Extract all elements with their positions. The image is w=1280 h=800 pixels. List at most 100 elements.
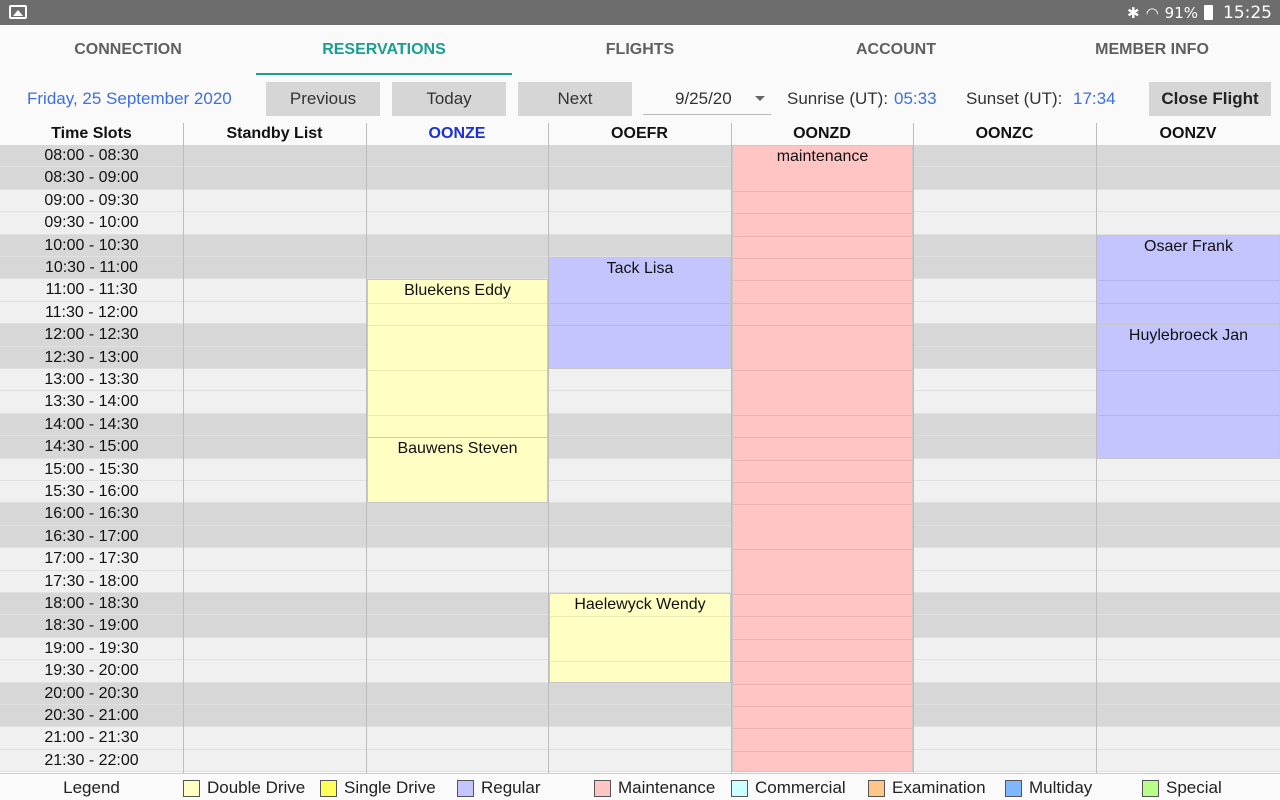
main-tabs: CONNECTION RESERVATIONS FLIGHTS ACCOUNT … bbox=[0, 25, 1280, 75]
legend-swatch bbox=[594, 779, 611, 797]
slot-divider bbox=[733, 414, 912, 416]
previous-button[interactable]: Previous bbox=[266, 82, 380, 116]
legend-swatch bbox=[1142, 779, 1159, 797]
time-slot-label: 15:30 - 16:00 bbox=[44, 483, 139, 500]
reservation-block[interactable]: maintenance bbox=[732, 145, 913, 773]
legend-item: Special bbox=[1142, 778, 1222, 798]
time-slot-label: 16:00 - 16:30 bbox=[44, 505, 139, 523]
column-header-standby-list: Standby List bbox=[183, 123, 366, 145]
time-slot-label: 10:30 - 11:00 bbox=[44, 259, 139, 276]
time-slot-row[interactable]: 17:30 - 18:00 bbox=[0, 570, 1280, 593]
time-slot-row[interactable]: 20:30 - 21:00 bbox=[0, 705, 1280, 728]
slot-divider bbox=[733, 190, 912, 192]
time-slot-row[interactable]: 10:00 - 10:30 bbox=[0, 234, 1280, 257]
tab-reservations[interactable]: RESERVATIONS bbox=[256, 25, 512, 75]
time-slot-label: 19:30 - 20:00 bbox=[44, 662, 139, 680]
slot-divider bbox=[733, 325, 912, 327]
reservation-block[interactable]: Osaer Frank bbox=[1097, 234, 1280, 325]
reservation-name: Bluekens Eddy bbox=[404, 282, 511, 300]
slot-divider bbox=[1098, 369, 1279, 371]
sunrise-value: 05:33 bbox=[894, 89, 937, 108]
time-slot-label: 21:30 - 22:00 bbox=[44, 751, 139, 769]
reservation-name[interactable]: Bauwens Steven bbox=[368, 437, 547, 460]
time-slot-label: 19:00 - 19:30 bbox=[44, 639, 139, 657]
slot-divider bbox=[733, 235, 912, 237]
legend-item: Commercial bbox=[731, 778, 846, 798]
legend-swatch bbox=[457, 779, 474, 797]
time-slot-row[interactable]: 15:00 - 15:30 bbox=[0, 458, 1280, 481]
time-slot-row[interactable]: 15:30 - 16:00 bbox=[0, 481, 1280, 504]
time-slot-row[interactable]: 13:00 - 13:30 bbox=[0, 369, 1280, 392]
column-header-ooefr[interactable]: OOEFR bbox=[548, 123, 731, 145]
time-slot-row[interactable]: 21:00 - 21:30 bbox=[0, 727, 1280, 750]
reservations-toolbar: Friday, 25 September 2020 Previous Today… bbox=[0, 75, 1280, 123]
time-slot-row[interactable]: 08:00 - 08:30 bbox=[0, 145, 1280, 168]
next-button[interactable]: Next bbox=[518, 82, 632, 116]
time-slot-label: 09:00 - 09:30 bbox=[44, 191, 139, 209]
time-slot-row[interactable]: 16:30 - 17:00 bbox=[0, 525, 1280, 549]
date-picker-value: 9/25/20 bbox=[675, 88, 732, 108]
time-slot-row[interactable]: 14:30 - 15:00 bbox=[0, 436, 1280, 459]
date-picker[interactable]: 9/25/20 bbox=[643, 83, 771, 115]
legend-swatch bbox=[868, 779, 885, 797]
time-slot-row[interactable]: 14:00 - 14:30 bbox=[0, 413, 1280, 437]
time-slot-label: 21:00 - 21:30 bbox=[44, 729, 139, 747]
time-slot-label: 17:00 - 17:30 bbox=[44, 550, 139, 568]
slot-divider bbox=[733, 258, 912, 259]
column-header-oonzd[interactable]: OONZD bbox=[731, 123, 913, 145]
slot-divider bbox=[733, 302, 912, 304]
reservation-name: Haelewyck Wendy bbox=[574, 596, 706, 613]
column-header-time-slots: Time Slots bbox=[0, 123, 183, 145]
slot-divider bbox=[1098, 414, 1279, 416]
tab-account[interactable]: ACCOUNT bbox=[768, 25, 1024, 75]
chevron-down-icon bbox=[755, 96, 765, 101]
reservation-name: Osaer Frank bbox=[1144, 237, 1233, 255]
legend-item: Double Drive bbox=[183, 778, 305, 798]
time-slot-label: 14:30 - 15:00 bbox=[44, 438, 139, 456]
legend-item: Examination bbox=[868, 778, 986, 798]
time-slot-row[interactable]: 16:00 - 16:30 bbox=[0, 503, 1280, 526]
time-slot-row[interactable]: 13:30 - 14:00 bbox=[0, 391, 1280, 414]
legend: Legend Double Drive Single Drive Regular Ma… bbox=[0, 773, 1280, 800]
reservation-grid: 08:00 - 08:30 08:30 - 09:00 09:00 - 09:30 0… bbox=[0, 123, 1280, 773]
slot-divider bbox=[733, 482, 912, 483]
column-header-oonzc[interactable]: OONZC bbox=[913, 123, 1096, 145]
slot-divider bbox=[733, 616, 912, 618]
current-date-label: Friday, 25 September 2020 bbox=[27, 89, 232, 108]
reservation-name: Tack Lisa bbox=[606, 260, 674, 277]
time-slot-label: 16:30 - 17:00 bbox=[44, 527, 139, 545]
legend-item: Regular bbox=[457, 778, 541, 798]
tab-member-info[interactable]: MEMBER INFO bbox=[1024, 25, 1280, 75]
slot-divider bbox=[733, 594, 912, 595]
column-divider bbox=[183, 123, 184, 773]
time-slot-row[interactable]: 09:00 - 09:30 bbox=[0, 189, 1280, 213]
time-slot-label: 18:30 - 19:00 bbox=[44, 617, 139, 635]
tab-connection[interactable]: CONNECTION bbox=[0, 25, 256, 75]
reservation-name: Huylebroeck Jan bbox=[1128, 327, 1249, 345]
time-slot-label: 20:30 - 21:00 bbox=[44, 707, 139, 724]
column-header-oonze[interactable]: OONZE bbox=[366, 123, 548, 145]
reservation-block[interactable]: Huylebroeck Jan bbox=[1097, 324, 1280, 459]
bluetooth-icon: ✱ bbox=[1126, 3, 1140, 22]
slot-divider bbox=[368, 325, 547, 327]
time-slot-label: 11:00 - 11:30 bbox=[45, 281, 138, 299]
time-slot-row[interactable]: 21:30 - 22:00 bbox=[0, 749, 1280, 773]
slot-divider bbox=[733, 706, 912, 707]
reservation-block[interactable]: Bluekens Eddy Bauwens Steven bbox=[367, 279, 548, 504]
time-slot-row[interactable]: 09:30 - 10:00 bbox=[0, 212, 1280, 235]
slot-divider bbox=[733, 213, 912, 215]
reservation-block[interactable]: Tack Lisa bbox=[549, 257, 731, 369]
reservation-block[interactable]: Haelewyck Wendy bbox=[549, 593, 731, 683]
time-slot-label: 14:00 - 14:30 bbox=[44, 415, 139, 433]
tab-flights[interactable]: FLIGHTS bbox=[512, 25, 768, 75]
time-slot-row[interactable]: 17:00 - 17:30 bbox=[0, 548, 1280, 571]
slot-divider bbox=[368, 414, 547, 416]
close-flight-button[interactable]: Close Flight bbox=[1149, 82, 1271, 116]
column-header-oonzv[interactable]: OONZV bbox=[1096, 123, 1280, 145]
time-slot-row[interactable]: 20:00 - 20:30 bbox=[0, 682, 1280, 705]
sunset-label: Sunset (UT): bbox=[966, 89, 1063, 108]
slot-divider bbox=[550, 661, 730, 663]
time-slot-row[interactable]: 08:30 - 09:00 bbox=[0, 167, 1280, 190]
slot-divider bbox=[733, 661, 912, 663]
today-button[interactable]: Today bbox=[392, 82, 506, 116]
